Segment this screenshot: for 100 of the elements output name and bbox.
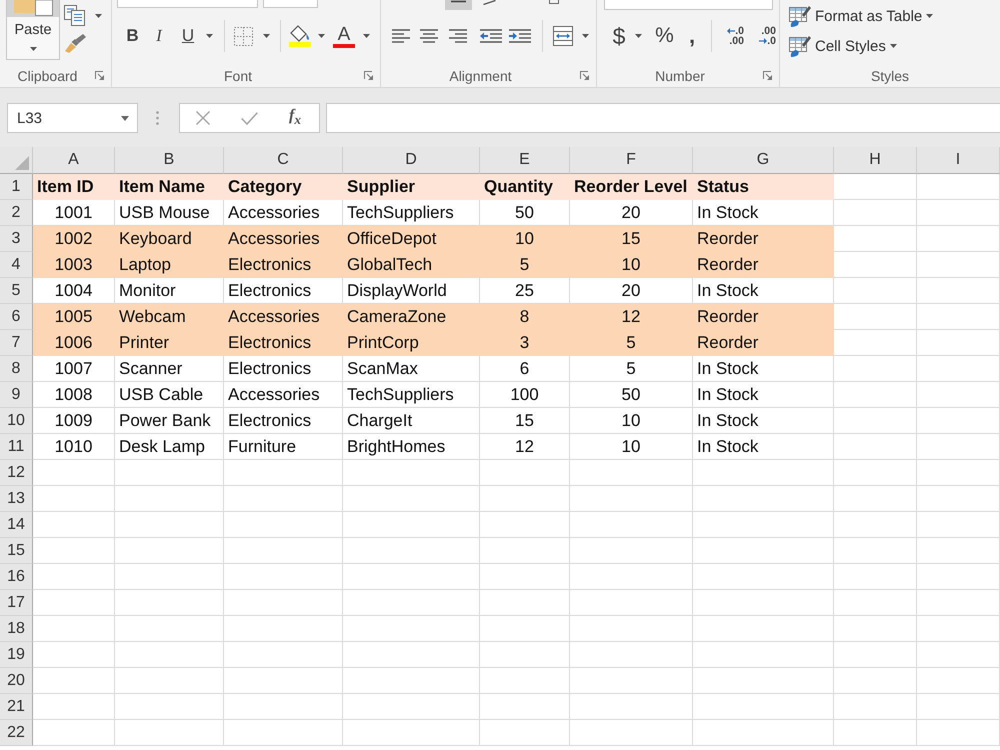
- font-size-field[interactable]: [263, 0, 318, 8]
- caret-icon[interactable]: [635, 34, 642, 38]
- dialog-launcher-icon[interactable]: [763, 71, 772, 80]
- percent-button[interactable]: %: [655, 24, 674, 48]
- insert-function-button[interactable]: f$_{x}$: [289, 107, 301, 129]
- table-cell: In Stock: [693, 356, 834, 382]
- underline-button[interactable]: U: [180, 24, 196, 48]
- format-as-table-button[interactable]: Format as Table: [789, 4, 934, 28]
- table-style-icon: [789, 5, 811, 27]
- row-header[interactable]: 19: [0, 642, 33, 668]
- paste-button[interactable]: Paste: [6, 0, 60, 60]
- table-cell: Printer: [115, 330, 224, 356]
- table-cell: 100: [480, 382, 570, 408]
- column-header[interactable]: E: [480, 147, 570, 174]
- table-cell: Accessories: [224, 226, 343, 252]
- comma-button[interactable]: ,: [688, 27, 696, 45]
- column-header[interactable]: A: [33, 147, 115, 174]
- row-header[interactable]: 7: [0, 330, 33, 356]
- row-header[interactable]: 12: [0, 460, 33, 486]
- caret-icon[interactable]: [121, 116, 129, 120]
- header-cell: Item ID: [33, 174, 115, 200]
- paintbrush-icon[interactable]: [65, 34, 86, 53]
- caret-icon[interactable]: [318, 34, 325, 38]
- table-cell: Reorder: [693, 252, 834, 278]
- column-header[interactable]: D: [343, 147, 480, 174]
- row-header[interactable]: 17: [0, 590, 33, 616]
- italic-button[interactable]: I: [152, 24, 166, 48]
- table-cell: PrintCorp: [343, 330, 480, 356]
- row-header[interactable]: 10: [0, 408, 33, 434]
- table-cell: Reorder: [693, 304, 834, 330]
- increase-decimal-button[interactable]: .0 .00: [721, 26, 744, 46]
- table-cell: 6: [480, 356, 570, 382]
- column-header[interactable]: I: [917, 147, 1000, 174]
- name-box[interactable]: L33: [7, 103, 138, 133]
- decrease-decimal-button[interactable]: .00 .0: [753, 26, 776, 46]
- currency-button[interactable]: $: [612, 24, 626, 48]
- header-cell: Status: [693, 174, 834, 200]
- caret-icon: [926, 14, 934, 18]
- borders-icon[interactable]: [234, 26, 253, 46]
- row-header[interactable]: 21: [0, 694, 33, 720]
- font-color-button[interactable]: A: [333, 24, 355, 48]
- column-header[interactable]: G: [693, 147, 834, 174]
- paint-bucket-icon[interactable]: [289, 25, 311, 47]
- dialog-launcher-icon[interactable]: [580, 71, 589, 80]
- caret-icon[interactable]: [582, 34, 589, 38]
- column-header[interactable]: C: [224, 147, 343, 174]
- row-header[interactable]: 13: [0, 486, 33, 512]
- row-header[interactable]: 8: [0, 356, 33, 382]
- row-header[interactable]: 9: [0, 382, 33, 408]
- increase-indent-icon[interactable]: [509, 29, 531, 43]
- caret-icon[interactable]: [95, 14, 102, 18]
- table-cell: 1008: [33, 382, 115, 408]
- table-cell: 1010: [33, 434, 115, 460]
- row-header[interactable]: 16: [0, 564, 33, 590]
- row-header[interactable]: 5: [0, 278, 33, 304]
- row-header[interactable]: 1: [0, 174, 33, 200]
- align-center-icon[interactable]: [420, 29, 438, 43]
- row-header[interactable]: 3: [0, 226, 33, 252]
- table-cell: Webcam: [115, 304, 224, 330]
- caret-icon[interactable]: [263, 34, 270, 38]
- align-bottom-icon[interactable]: [445, 0, 472, 10]
- row-header[interactable]: 6: [0, 304, 33, 330]
- table-style-icon: [789, 35, 811, 57]
- align-left-icon[interactable]: [392, 29, 410, 43]
- table-cell: Keyboard: [115, 226, 224, 252]
- font-name-field[interactable]: [117, 0, 258, 8]
- bold-button[interactable]: B: [125, 24, 140, 48]
- align-right-icon[interactable]: [449, 29, 467, 43]
- merge-cells-icon[interactable]: [553, 26, 573, 46]
- row-header[interactable]: 11: [0, 434, 33, 460]
- cell-styles-button[interactable]: Cell Styles: [789, 34, 897, 58]
- column-header[interactable]: H: [834, 147, 917, 174]
- row-header[interactable]: 22: [0, 720, 33, 746]
- wrap-text-icon[interactable]: [549, 0, 559, 4]
- table-cell: Reorder: [693, 330, 834, 356]
- table-cell: USB Cable: [115, 382, 224, 408]
- decrease-indent-icon[interactable]: [480, 29, 502, 43]
- row-header[interactable]: 14: [0, 512, 33, 538]
- row-header[interactable]: 18: [0, 616, 33, 642]
- group-label: Number: [654, 68, 706, 84]
- row-header[interactable]: 20: [0, 668, 33, 694]
- dialog-launcher-icon[interactable]: [95, 71, 104, 80]
- copy-icon[interactable]: [64, 5, 85, 26]
- table-cell: 15: [480, 408, 570, 434]
- caret-icon[interactable]: [206, 34, 213, 38]
- header-cell: Supplier: [343, 174, 480, 200]
- table-cell: 1006: [33, 330, 115, 356]
- orientation-icon[interactable]: [483, 0, 496, 5]
- dialog-launcher-icon[interactable]: [364, 71, 373, 80]
- row-header[interactable]: 4: [0, 252, 33, 278]
- row-header[interactable]: 15: [0, 538, 33, 564]
- caret-icon[interactable]: [363, 34, 370, 38]
- arrow-left-icon: [727, 28, 736, 34]
- table-cell: Electronics: [224, 252, 343, 278]
- column-header[interactable]: F: [570, 147, 693, 174]
- formula-input-field[interactable]: [326, 103, 1000, 133]
- column-header[interactable]: B: [115, 147, 224, 174]
- row-header[interactable]: 2: [0, 200, 33, 226]
- number-format-field[interactable]: [604, 0, 773, 10]
- caret-icon[interactable]: [30, 47, 36, 51]
